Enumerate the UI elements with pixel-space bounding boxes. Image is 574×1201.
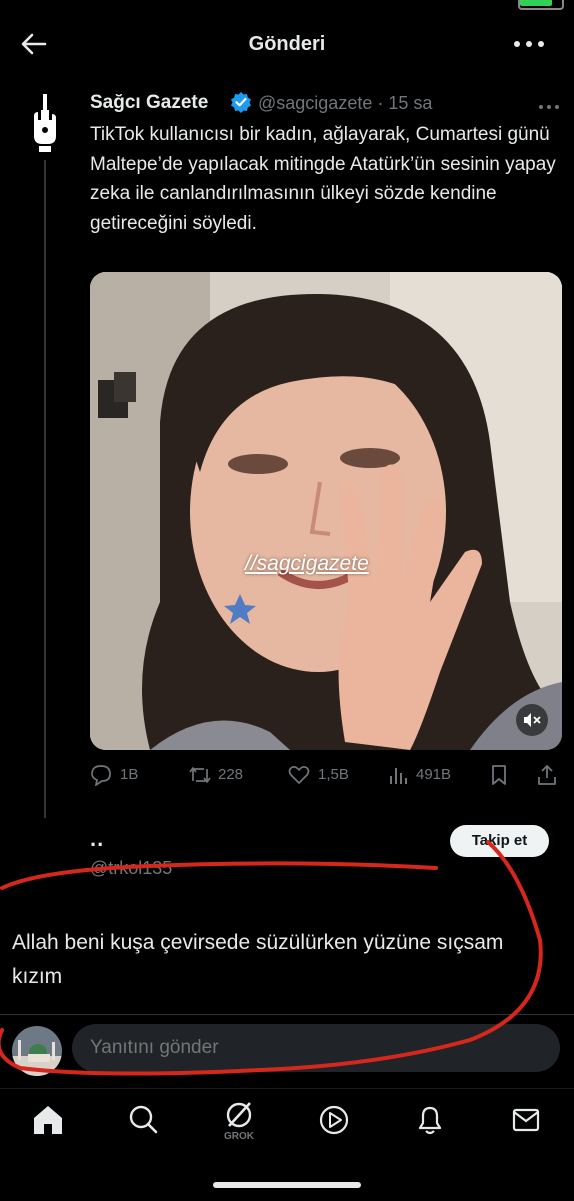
repost-count: 228 <box>218 766 244 783</box>
thread-line <box>44 160 46 818</box>
bell-icon <box>418 1106 442 1135</box>
reply-action[interactable]: 1B <box>90 764 150 786</box>
like-action[interactable]: 1,5B <box>288 764 358 786</box>
share-icon <box>538 765 556 785</box>
mail-icon <box>512 1108 540 1132</box>
tab-home[interactable] <box>28 1100 68 1140</box>
avatar[interactable] <box>26 90 64 160</box>
hand-logo-icon <box>34 94 56 152</box>
post-more-button[interactable] <box>538 98 560 109</box>
reply-count: 1B <box>120 766 139 783</box>
post-text: TikTok kullanıcısı bir kadın, ağlayarak,… <box>90 124 556 234</box>
post-video[interactable]: //sagcigazete <box>90 272 562 750</box>
user-avatar[interactable] <box>12 1026 62 1076</box>
search-icon <box>129 1105 158 1134</box>
analytics-icon <box>390 768 407 784</box>
like-count: 1,5B <box>318 766 349 783</box>
tab-search[interactable] <box>123 1100 163 1140</box>
tab-messages[interactable] <box>506 1100 546 1140</box>
grok-label: GROK <box>224 1131 254 1142</box>
play-circle-icon <box>319 1105 349 1135</box>
grok-icon <box>226 1102 252 1128</box>
repost-action[interactable]: 228 <box>188 764 258 786</box>
handle-and-time: @sagcigazete · 15 sa <box>258 93 433 113</box>
tab-grok[interactable]: GROK <box>219 1100 259 1146</box>
reply-input[interactable] <box>72 1024 560 1072</box>
more-horizontal-icon <box>514 41 544 47</box>
verified-badge-icon <box>230 91 252 113</box>
more-horizontal-icon <box>539 105 559 109</box>
heart-icon <box>288 766 310 784</box>
follow-button[interactable]: Takip et <box>450 825 549 857</box>
page-title: Gönderi <box>248 33 326 55</box>
reply-author-handle[interactable]: @trkol135 <box>90 858 172 879</box>
home-indicator <box>213 1182 361 1188</box>
video-frame-image <box>90 272 562 750</box>
bookmark-button[interactable] <box>488 764 510 786</box>
more-button[interactable] <box>512 36 546 52</box>
reply-text: Allah beni kuşa çevirsede süzülürken yüz… <box>12 931 504 988</box>
home-icon <box>34 1106 62 1134</box>
repost-icon <box>189 767 211 783</box>
comment-icon <box>91 765 111 786</box>
share-button[interactable] <box>536 764 558 786</box>
tab-notifications[interactable] <box>410 1100 450 1140</box>
views-count: 491B <box>416 766 452 783</box>
battery-level <box>520 0 552 6</box>
divider <box>0 1014 574 1015</box>
author-name[interactable]: Sağcı Gazete <box>90 92 208 114</box>
media-watermark: //sagcigazete <box>245 552 369 575</box>
reply-author-name[interactable]: .. <box>90 826 104 852</box>
speaker-muted-icon <box>524 713 541 727</box>
tab-videos[interactable] <box>314 1100 354 1140</box>
mosque-avatar-image <box>12 1026 62 1076</box>
bookmark-icon <box>492 765 506 785</box>
unmute-button[interactable] <box>516 704 548 736</box>
views-action[interactable]: 491B <box>388 764 458 786</box>
